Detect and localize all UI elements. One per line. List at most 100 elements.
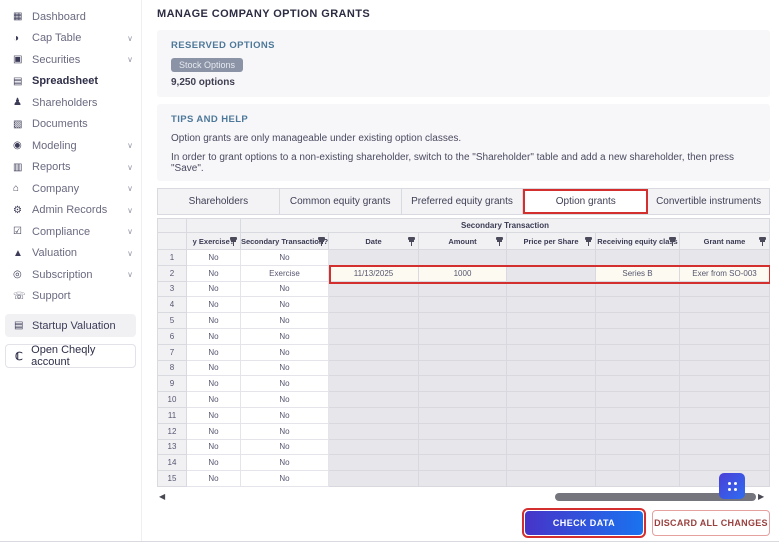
cell-secondary-transaction[interactable]: No [241, 407, 329, 424]
cell-secondary-transaction[interactable]: No [241, 313, 329, 329]
cell-amount[interactable] [419, 360, 507, 377]
chevron-down-icon[interactable]: ∨ [127, 141, 133, 150]
tab-option-grants[interactable]: Option grants [523, 189, 649, 214]
cell-early-exercise[interactable]: No [187, 392, 241, 408]
cell-date[interactable] [329, 297, 419, 314]
drag-handle-widget[interactable] [719, 473, 745, 499]
cell-receiving-equity-class[interactable] [596, 281, 680, 298]
cell-grant-name[interactable] [680, 423, 770, 440]
cell-amount[interactable] [419, 313, 507, 329]
cell-grant-name[interactable] [680, 344, 770, 361]
chevron-down-icon[interactable]: ∨ [127, 163, 133, 172]
cell-date[interactable] [329, 471, 419, 487]
cell-grant-name[interactable] [680, 297, 770, 314]
sidebar-item-support[interactable]: ☏ Support [0, 286, 141, 308]
cell-amount[interactable] [419, 281, 507, 298]
cell-price-per-share[interactable] [507, 328, 596, 345]
cell-amount[interactable] [419, 423, 507, 440]
sidebar-item-shareholders[interactable]: ♟ Shareholders [0, 92, 141, 114]
cell-secondary-transaction[interactable]: No [241, 281, 329, 298]
cell-price-per-share[interactable] [507, 313, 596, 329]
pin-icon[interactable] [585, 237, 592, 246]
column-header-amount[interactable]: Amount [419, 233, 507, 250]
cell-early-exercise[interactable]: No [187, 360, 241, 377]
cell-date[interactable] [329, 439, 419, 456]
cell-secondary-transaction[interactable]: No [241, 297, 329, 314]
cell-grant-name[interactable] [680, 360, 770, 377]
cell-price-per-share[interactable] [507, 344, 596, 361]
sidebar-item-reports[interactable]: ▥ Reports ∨ [0, 157, 141, 179]
cell-price-per-share[interactable] [507, 455, 596, 472]
cell-receiving-equity-class[interactable] [596, 376, 680, 393]
sidebar-item-company[interactable]: ⌂ Company ∨ [0, 178, 141, 200]
cell-date[interactable] [329, 250, 419, 266]
cell-early-exercise[interactable]: No [187, 250, 241, 266]
sidebar-item-valuation[interactable]: ▲ Valuation ∨ [0, 243, 141, 265]
cell-early-exercise[interactable]: No [187, 328, 241, 345]
sidebar-item-cap-table[interactable]: ◑ Cap Table ∨ [0, 28, 141, 50]
chevron-down-icon[interactable]: ∨ [127, 270, 133, 279]
sidebar-item-subscription[interactable]: ◎ Subscription ∨ [0, 264, 141, 286]
cell-price-per-share[interactable] [507, 250, 596, 266]
column-header-receiving-equity-class[interactable]: Receiving equity class [596, 233, 680, 250]
cell-secondary-transaction[interactable]: No [241, 376, 329, 393]
pin-icon[interactable] [408, 237, 415, 246]
cell-secondary-transaction[interactable]: No [241, 439, 329, 456]
cell-amount[interactable] [419, 455, 507, 472]
cell-secondary-transaction[interactable]: No [241, 344, 329, 361]
cell-secondary-transaction[interactable]: Exercise [241, 265, 329, 282]
cell-date[interactable] [329, 423, 419, 440]
cell-amount[interactable] [419, 471, 507, 487]
sidebar-item-spreadsheet[interactable]: ▤ Spreadsheet [0, 71, 141, 93]
cell-early-exercise[interactable]: No [187, 297, 241, 314]
cell-date[interactable] [329, 407, 419, 424]
scroll-left-arrow-icon[interactable]: ◀ [159, 492, 165, 501]
cell-date[interactable]: 11/13/2025 [329, 265, 419, 282]
chevron-down-icon[interactable]: ∨ [127, 55, 133, 64]
cell-secondary-transaction[interactable]: No [241, 360, 329, 377]
sidebar-item-compliance[interactable]: ☑ Compliance ∨ [0, 221, 141, 243]
sidebar-item-documents[interactable]: ▧ Documents [0, 114, 141, 136]
column-header-date[interactable]: Date [329, 233, 419, 250]
cell-grant-name[interactable] [680, 250, 770, 266]
cell-price-per-share[interactable] [507, 392, 596, 408]
cell-amount[interactable] [419, 344, 507, 361]
cell-early-exercise[interactable]: No [187, 281, 241, 298]
cell-date[interactable] [329, 360, 419, 377]
cell-receiving-equity-class[interactable] [596, 407, 680, 424]
sidebar-item-modeling[interactable]: ◉ Modeling ∨ [0, 135, 141, 157]
cell-receiving-equity-class[interactable] [596, 423, 680, 440]
cell-receiving-equity-class[interactable] [596, 455, 680, 472]
cell-grant-name[interactable] [680, 313, 770, 329]
tab-shareholders[interactable]: Shareholders [158, 189, 280, 214]
chevron-down-icon[interactable]: ∨ [127, 206, 133, 215]
cell-receiving-equity-class[interactable] [596, 439, 680, 456]
cell-date[interactable] [329, 392, 419, 408]
cell-price-per-share[interactable] [507, 423, 596, 440]
column-header-grant-name[interactable]: Grant name [680, 233, 770, 250]
cell-early-exercise[interactable]: No [187, 439, 241, 456]
cell-amount[interactable] [419, 297, 507, 314]
cell-amount[interactable] [419, 439, 507, 456]
cell-price-per-share[interactable] [507, 471, 596, 487]
cell-grant-name[interactable] [680, 281, 770, 298]
sidebar-item-startup-valuation[interactable]: ▤ Startup Valuation [5, 314, 136, 337]
cell-secondary-transaction[interactable]: No [241, 471, 329, 487]
cell-price-per-share[interactable] [507, 360, 596, 377]
cell-grant-name[interactable] [680, 328, 770, 345]
cell-date[interactable] [329, 455, 419, 472]
chevron-down-icon[interactable]: ∨ [127, 34, 133, 43]
chevron-down-icon[interactable]: ∨ [127, 249, 133, 258]
sidebar-item-open-cheqly-account[interactable]: ℂ Open Cheqly account [5, 344, 136, 368]
cell-early-exercise[interactable]: No [187, 376, 241, 393]
cell-early-exercise[interactable]: No [187, 455, 241, 472]
scroll-right-arrow-icon[interactable]: ▶ [758, 492, 764, 501]
cell-early-exercise[interactable]: No [187, 471, 241, 487]
cell-receiving-equity-class[interactable] [596, 344, 680, 361]
column-header-secondary-transaction-[interactable]: Secondary Transaction? [241, 233, 329, 250]
cell-grant-name[interactable] [680, 455, 770, 472]
cell-date[interactable] [329, 313, 419, 329]
cell-early-exercise[interactable]: No [187, 265, 241, 282]
pin-icon[interactable] [318, 237, 325, 246]
cell-secondary-transaction[interactable]: No [241, 423, 329, 440]
